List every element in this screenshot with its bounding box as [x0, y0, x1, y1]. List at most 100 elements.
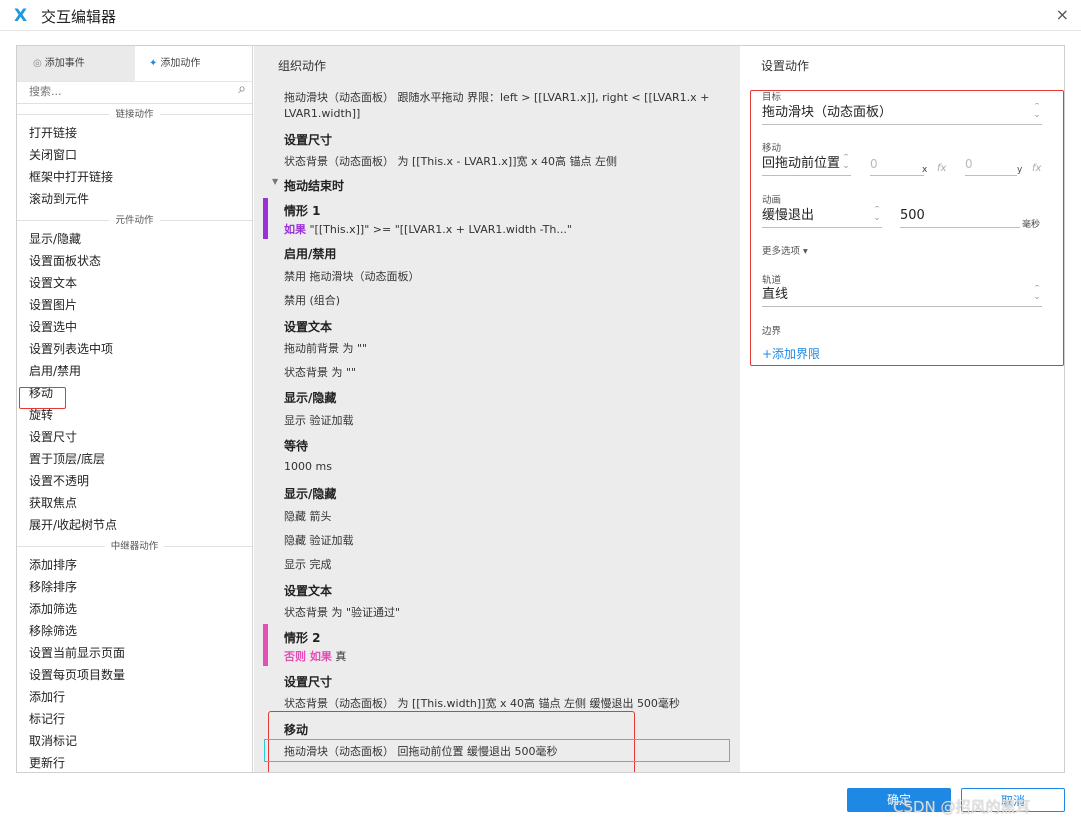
- window-title: 交互编辑器: [41, 8, 117, 26]
- hide-arrow[interactable]: 隐藏 箭头: [284, 508, 332, 524]
- case2-condition-text: 真: [331, 650, 347, 663]
- action-item[interactable]: 获取焦点: [17, 492, 252, 514]
- action-item[interactable]: 打开链接: [17, 122, 252, 144]
- target-value: 拖动滑块（动态面板）: [762, 105, 893, 120]
- move-type-select[interactable]: 回拖动前位置 ⌃ ⌄: [762, 154, 851, 176]
- action-item[interactable]: 添加筛选: [17, 598, 252, 620]
- action-item[interactable]: 移除筛选: [17, 620, 252, 642]
- set-action-header: 设置动作: [761, 59, 810, 73]
- disable-group[interactable]: 禁用 (组合): [284, 292, 340, 308]
- case1-color-bar: [263, 198, 268, 239]
- drag-action-text[interactable]: 拖动滑块（动态面板） 跟随水平拖动 界限：left > [[LVAR1.x]],…: [284, 89, 709, 105]
- animation-duration-input[interactable]: 500: [900, 206, 1020, 228]
- chevron-updown-icon: ⌃ ⌄: [842, 154, 850, 171]
- case1-condition-text: "[[This.x]]" >= "[[LVAR1.x + LVAR1.width…: [306, 223, 572, 236]
- wait-duration[interactable]: 1000 ms: [284, 460, 332, 473]
- tab-add-event-label: 添加事件: [44, 58, 85, 69]
- case2-title[interactable]: 情形 2: [284, 629, 321, 646]
- x-unit: x: [922, 165, 928, 175]
- set-size-detail-2[interactable]: 状态背景（动态面板） 为 [[This.width]]宽 x 40高 锚点 左侧…: [284, 695, 680, 711]
- event-icon: ◎: [33, 58, 42, 69]
- fx-x-icon[interactable]: fx: [937, 163, 946, 174]
- search-icon[interactable]: ⌕: [238, 81, 246, 97]
- disable-slider[interactable]: 禁用 拖动滑块（动态面板）: [284, 268, 420, 284]
- add-bounds-link[interactable]: +添加界限: [762, 345, 820, 362]
- case2-color-bar: [263, 624, 268, 666]
- target-label: 目标: [762, 92, 782, 103]
- action-item[interactable]: 设置每页项目数量: [17, 664, 252, 686]
- action-item[interactable]: 置于顶层/底层: [17, 448, 252, 470]
- title-bar: X 交互编辑器 ×: [0, 0, 1081, 31]
- action-item[interactable]: 添加行: [17, 686, 252, 708]
- track-select[interactable]: 直线 ⌃ ⌄: [762, 285, 1042, 307]
- set-text-state-bg[interactable]: 状态背景 为 "": [284, 364, 356, 380]
- set-action-panel: 设置动作 目标 拖动滑块（动态面板） ⌃ ⌄ 移动 回拖动前位置 ⌃ ⌄ 0 x fx …: [741, 46, 1064, 772]
- tab-add-action-label: 添加动作: [160, 58, 201, 69]
- track-label: 轨道: [762, 275, 782, 286]
- action-item[interactable]: 启用/禁用: [17, 360, 252, 382]
- action-item[interactable]: 取消标记: [17, 730, 252, 752]
- action-item[interactable]: 设置选中: [17, 316, 252, 338]
- set-size-detail[interactable]: 状态背景（动态面板） 为 [[This.x - LVAR1.x]]宽 x 40高…: [284, 153, 617, 169]
- collapse-triangle-icon[interactable]: ▼: [272, 177, 278, 186]
- action-item[interactable]: 设置当前显示页面: [17, 642, 252, 664]
- animation-label: 动画: [762, 195, 782, 206]
- set-text-heading[interactable]: 设置文本: [284, 318, 332, 335]
- chevron-updown-icon: ⌃ ⌄: [873, 206, 881, 223]
- track-value: 直线: [762, 287, 789, 302]
- action-item[interactable]: 关闭窗口: [17, 144, 252, 166]
- action-item[interactable]: 设置不透明: [17, 470, 252, 492]
- move-x-input[interactable]: 0: [870, 154, 924, 176]
- enable-disable-heading[interactable]: 启用/禁用: [284, 245, 336, 262]
- move-label: 移动: [762, 143, 782, 154]
- group-title: 链接动作: [109, 109, 160, 120]
- action-item[interactable]: 设置图片: [17, 294, 252, 316]
- set-text-drag-bg[interactable]: 拖动前背景 为 "": [284, 340, 367, 356]
- case1-condition[interactable]: 如果 "[[This.x]]" >= "[[LVAR1.x + LVAR1.wi…: [284, 221, 572, 237]
- set-text-heading-2[interactable]: 设置文本: [284, 582, 332, 599]
- group-header: 元件动作: [17, 212, 252, 228]
- set-size-heading-2[interactable]: 设置尺寸: [284, 673, 332, 690]
- action-item[interactable]: 框架中打开链接: [17, 166, 252, 188]
- set-size-heading[interactable]: 设置尺寸: [284, 131, 332, 148]
- action-item[interactable]: 显示/隐藏: [17, 228, 252, 250]
- show-hide-heading[interactable]: 显示/隐藏: [284, 389, 336, 406]
- action-item[interactable]: 滚动到元件: [17, 188, 252, 210]
- group-title: 中继器动作: [104, 541, 165, 552]
- watermark: CSDN @招风的黑耳: [893, 798, 1031, 816]
- bounds-label: 边界: [762, 326, 782, 337]
- show-done[interactable]: 显示 完成: [284, 556, 332, 572]
- highlight-move-item: [19, 387, 66, 409]
- wait-heading[interactable]: 等待: [284, 437, 308, 454]
- case1-title[interactable]: 情形 1: [284, 202, 321, 219]
- action-item[interactable]: 标记行: [17, 708, 252, 730]
- target-select[interactable]: 拖动滑块（动态面板） ⌃ ⌄: [762, 103, 1042, 125]
- move-y-input[interactable]: 0: [965, 154, 1017, 176]
- action-item[interactable]: 设置尺寸: [17, 426, 252, 448]
- set-text-verified[interactable]: 状态背景 为 "验证通过": [284, 604, 400, 620]
- app-logo: X: [14, 6, 28, 26]
- animation-select[interactable]: 缓慢退出 ⌃ ⌄: [762, 206, 882, 228]
- drag-end-event[interactable]: 拖动结束时: [284, 177, 344, 194]
- close-icon[interactable]: ×: [1056, 5, 1069, 24]
- drag-action-text-cont[interactable]: LVAR1.width]]: [284, 107, 360, 120]
- show-verify[interactable]: 显示 验证加载: [284, 412, 354, 428]
- action-item[interactable]: 更新行: [17, 752, 252, 772]
- action-item[interactable]: 移除排序: [17, 576, 252, 598]
- sparkle-icon: ✦: [149, 58, 158, 69]
- case2-condition[interactable]: 否则 如果 真: [284, 648, 346, 664]
- fx-y-icon[interactable]: fx: [1032, 163, 1041, 174]
- search-input[interactable]: [29, 85, 209, 98]
- action-item[interactable]: 设置文本: [17, 272, 252, 294]
- tab-add-action[interactable]: ✦ 添加动作: [135, 46, 252, 81]
- more-options-link[interactable]: 更多选项 ▾: [762, 243, 808, 257]
- hide-verify[interactable]: 隐藏 验证加载: [284, 532, 354, 548]
- action-item[interactable]: 展开/收起树节点: [17, 514, 252, 536]
- action-item[interactable]: 设置面板状态: [17, 250, 252, 272]
- show-hide-heading-2[interactable]: 显示/隐藏: [284, 485, 336, 502]
- action-item[interactable]: 设置列表选中项: [17, 338, 252, 360]
- action-item[interactable]: 添加排序: [17, 554, 252, 576]
- tab-add-event[interactable]: ◎ 添加事件: [17, 46, 135, 81]
- left-panel: ◎添加事件 ✦添加动作 ⌕ 链接动作打开链接关闭窗口框架中打开链接滚动到元件元件…: [17, 46, 253, 772]
- chevron-updown-icon: ⌃ ⌄: [1033, 285, 1041, 302]
